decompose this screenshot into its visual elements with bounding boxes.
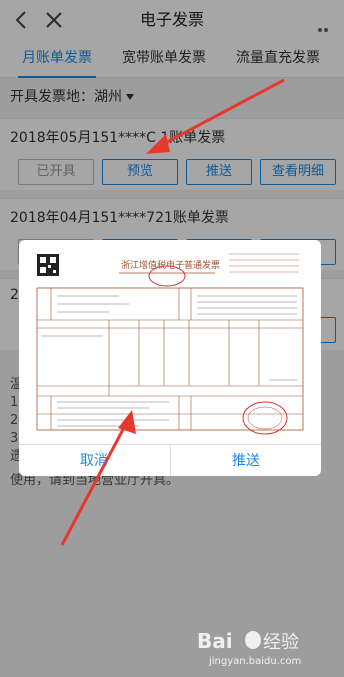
invoice-heading: 浙江增值税电子普通发票 bbox=[121, 259, 220, 271]
push-button[interactable]: 推送 bbox=[171, 445, 321, 476]
svg-text:jingyan.baidu.com: jingyan.baidu.com bbox=[208, 656, 301, 667]
dialog-button-bar: 取消 推送 bbox=[19, 444, 321, 476]
baidu-jingyan-watermark: Bai 经验 jingyan.baidu.com bbox=[197, 629, 301, 667]
svg-text:经验: 经验 bbox=[263, 632, 299, 653]
qr-code-icon bbox=[37, 254, 59, 276]
invoice-image: 浙江增值税电子普通发票 bbox=[29, 246, 311, 438]
svg-text:Bai: Bai bbox=[197, 629, 233, 653]
cancel-button[interactable]: 取消 bbox=[19, 445, 169, 476]
invoice-preview-dialog: 浙江增值税电子普通发票 取消 推送 bbox=[19, 240, 321, 476]
